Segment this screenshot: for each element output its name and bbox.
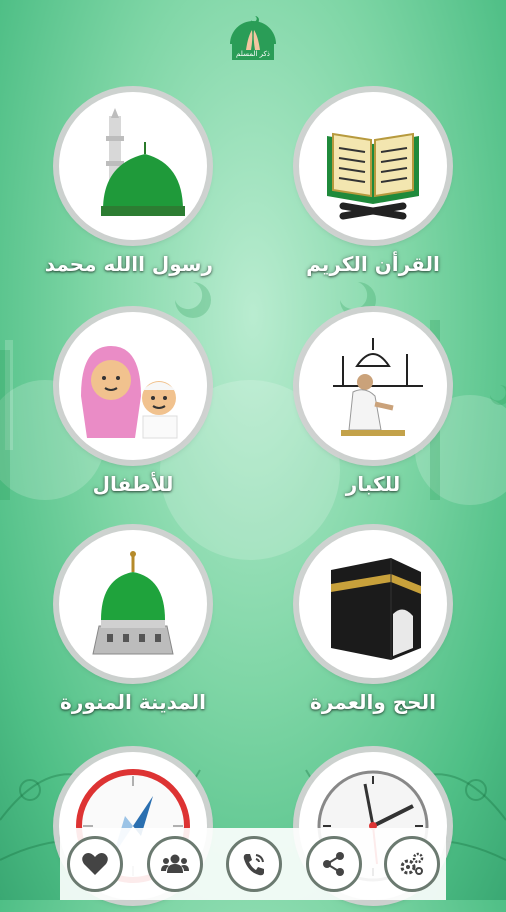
contact-button[interactable] bbox=[226, 836, 282, 892]
tile-prophet-circle[interactable] bbox=[59, 92, 207, 240]
share-icon bbox=[323, 852, 344, 876]
tile-madinah[interactable]: المدينة المنورة bbox=[53, 530, 213, 714]
tile-quran-circle[interactable] bbox=[299, 92, 447, 240]
children-icon bbox=[81, 346, 178, 439]
man-praying-icon bbox=[333, 338, 423, 436]
tile-hajj-label: الحج والعمرة bbox=[310, 690, 436, 714]
tile-adults-label: للكبار bbox=[345, 472, 401, 496]
group-icon bbox=[161, 854, 189, 873]
app-logo-text: ذكر المسلم bbox=[236, 50, 270, 58]
tile-quran-label: القرأن الكريم bbox=[306, 252, 440, 276]
tile-hajj[interactable]: الحج والعمرة bbox=[293, 530, 453, 714]
tile-children-label: للأطفال bbox=[92, 472, 174, 496]
tile-prophet[interactable]: رسول االله محمد bbox=[44, 92, 213, 276]
bottom-navigation-bar bbox=[0, 828, 506, 900]
quran-book-icon bbox=[327, 132, 419, 220]
share-button[interactable] bbox=[306, 836, 362, 892]
tile-prophet-label: رسول االله محمد bbox=[44, 252, 213, 276]
tile-hajj-circle[interactable] bbox=[299, 530, 447, 678]
tile-adults[interactable]: للكبار bbox=[293, 312, 453, 496]
phone-call-icon bbox=[243, 854, 264, 876]
tile-children-circle[interactable] bbox=[59, 312, 207, 460]
mosque-dome-icon bbox=[101, 108, 185, 216]
settings-button[interactable] bbox=[384, 836, 440, 892]
tile-madinah-label: المدينة المنورة bbox=[60, 690, 206, 714]
community-button[interactable] bbox=[147, 836, 203, 892]
heart-icon bbox=[82, 853, 108, 875]
app-logo bbox=[226, 14, 280, 66]
favorites-button[interactable] bbox=[67, 836, 123, 892]
kaaba-icon bbox=[331, 558, 421, 660]
tile-madinah-circle[interactable] bbox=[59, 530, 207, 678]
settings-gears-icon bbox=[400, 852, 424, 875]
green-dome-icon bbox=[92, 551, 174, 655]
tile-children[interactable]: للأطفال bbox=[53, 312, 213, 496]
tile-quran[interactable]: القرأن الكريم bbox=[293, 92, 453, 276]
tile-adults-circle[interactable] bbox=[299, 312, 447, 460]
